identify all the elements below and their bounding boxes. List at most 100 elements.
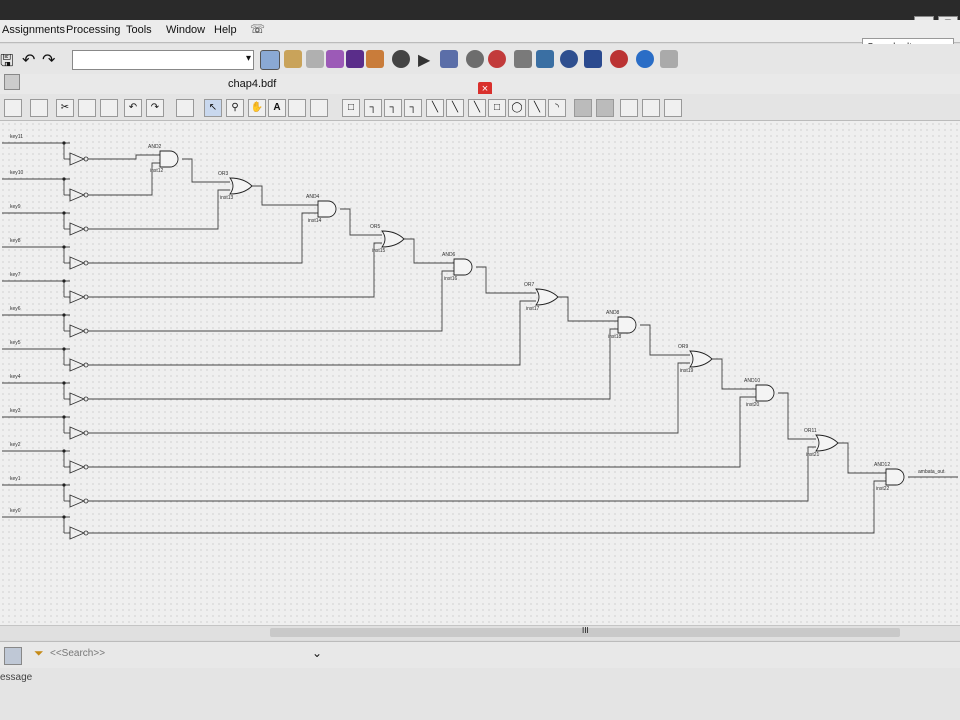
ellipse-tool-icon[interactable]: ◯ xyxy=(508,99,526,117)
project-select[interactable]: ▾ xyxy=(72,50,254,70)
or-gate[interactable] xyxy=(815,434,839,452)
hand-icon[interactable]: ✋ xyxy=(248,99,266,117)
gate-type-label: AND2 xyxy=(148,144,162,150)
pin-tool-icon[interactable] xyxy=(310,99,328,117)
not-gate[interactable] xyxy=(69,460,86,474)
help-icon[interactable] xyxy=(636,50,654,68)
save-icon[interactable]: 🖫 xyxy=(0,50,18,70)
gate-type-label: AND4 xyxy=(306,194,320,200)
user-icon[interactable] xyxy=(610,50,628,68)
partial-line-icon[interactable] xyxy=(574,99,592,117)
settings-icon[interactable] xyxy=(346,50,364,68)
detach-icon[interactable] xyxy=(176,99,194,117)
input-pin-label: key5 xyxy=(10,340,21,346)
flip-vertical-icon[interactable] xyxy=(642,99,660,117)
save-icon[interactable] xyxy=(4,99,22,117)
orthogonal-node-icon[interactable]: ┐ xyxy=(364,99,382,117)
not-gate[interactable] xyxy=(69,256,86,270)
message-toolbar: ⏷ xyxy=(0,641,960,668)
not-gate[interactable] xyxy=(69,290,86,304)
and-gate[interactable] xyxy=(885,468,905,486)
text-tool-icon[interactable]: A xyxy=(268,99,286,117)
or-gate[interactable] xyxy=(229,177,253,195)
gate-type-label: AND6 xyxy=(442,252,456,258)
assignment-icon[interactable] xyxy=(326,50,344,68)
zoom-icon[interactable]: ⚲ xyxy=(226,99,244,117)
sopc-icon[interactable] xyxy=(560,50,578,68)
copy-icon[interactable] xyxy=(78,99,96,117)
conduit-line-icon[interactable]: ╲ xyxy=(468,99,486,117)
bus-tool-icon[interactable]: ╲ xyxy=(446,99,464,117)
and-gate[interactable] xyxy=(317,200,337,218)
conduit-icon[interactable]: ┐ xyxy=(404,99,422,117)
globe-icon[interactable] xyxy=(584,50,602,68)
rotate-icon[interactable] xyxy=(664,99,682,117)
not-gate[interactable] xyxy=(69,494,86,508)
block-tool-icon[interactable]: □ xyxy=(342,99,360,117)
flip-horizontal-icon[interactable] xyxy=(620,99,638,117)
gate-instance-label: inst21 xyxy=(806,452,820,458)
pin-planner-icon[interactable] xyxy=(284,50,302,68)
timer-icon[interactable] xyxy=(466,50,484,68)
not-gate[interactable] xyxy=(69,358,86,372)
and-gate[interactable] xyxy=(453,258,473,276)
tool-icon[interactable] xyxy=(306,50,324,68)
rtl-icon[interactable] xyxy=(514,50,532,68)
programmer-icon[interactable] xyxy=(536,50,554,68)
filter-icon[interactable]: ⏷ xyxy=(34,646,44,661)
undo-icon[interactable]: ↶ xyxy=(22,50,40,69)
node-tool-icon[interactable]: ╲ xyxy=(426,99,444,117)
menu-tools[interactable]: Tools xyxy=(126,24,152,36)
or-gate[interactable] xyxy=(381,230,405,248)
symbol-tool-icon[interactable] xyxy=(288,99,306,117)
bdf-icon xyxy=(4,74,20,90)
timing-icon[interactable] xyxy=(488,50,506,68)
netlist-icon[interactable] xyxy=(366,50,384,68)
message-filter-icon[interactable] xyxy=(4,647,22,665)
or-gate[interactable] xyxy=(689,350,713,368)
menu-help[interactable]: Help xyxy=(214,24,237,36)
not-gate[interactable] xyxy=(69,152,86,166)
arc-tool-icon[interactable]: ◝ xyxy=(548,99,566,117)
gate-type-label: AND12 xyxy=(874,462,890,468)
message-search-input[interactable]: <<Search>> xyxy=(50,648,105,659)
orthogonal-bus-icon[interactable]: ┐ xyxy=(384,99,402,117)
chip-planner-icon[interactable] xyxy=(260,50,280,70)
print-icon[interactable] xyxy=(30,99,48,117)
menu-processing[interactable]: Processing xyxy=(66,24,120,36)
redo-icon[interactable]: ↷ xyxy=(146,99,164,117)
horizontal-scrollbar[interactable]: III xyxy=(0,625,960,640)
not-gate[interactable] xyxy=(69,426,86,440)
rubberband-icon[interactable] xyxy=(596,99,614,117)
or-gate[interactable] xyxy=(535,288,559,306)
menu-window[interactable]: Window xyxy=(166,24,205,36)
not-gate[interactable] xyxy=(69,526,86,540)
analysis-icon[interactable] xyxy=(440,50,458,68)
menu-assignments[interactable]: Assignments xyxy=(2,24,65,36)
and-gate[interactable] xyxy=(617,316,637,334)
input-pin-label: key7 xyxy=(10,272,21,278)
not-gate[interactable] xyxy=(69,222,86,236)
paste-icon[interactable] xyxy=(100,99,118,117)
chat-icon[interactable]: ☏ xyxy=(250,22,265,36)
not-gate[interactable] xyxy=(69,188,86,202)
input-pin-label: key6 xyxy=(10,306,21,312)
and-gate[interactable] xyxy=(159,150,179,168)
selection-tool-icon[interactable]: ↖ xyxy=(204,99,222,117)
cut-icon[interactable]: ✂ xyxy=(56,99,74,117)
play-icon[interactable]: ▶ xyxy=(418,50,436,69)
gate-instance-label: inst18 xyxy=(608,334,622,340)
document-title: chap4.bdf xyxy=(228,78,277,90)
and-gate[interactable] xyxy=(755,384,775,402)
line-tool-icon[interactable]: ╲ xyxy=(528,99,546,117)
rectangle-tool-icon[interactable]: □ xyxy=(488,99,506,117)
gate-instance-label: inst17 xyxy=(526,306,540,312)
not-gate[interactable] xyxy=(69,392,86,406)
feedback-icon[interactable] xyxy=(660,50,678,68)
stop-icon[interactable] xyxy=(392,50,410,68)
gate-instance-label: inst22 xyxy=(876,486,890,492)
not-gate[interactable] xyxy=(69,324,86,338)
undo-icon[interactable]: ↶ xyxy=(124,99,142,117)
redo-icon[interactable]: ↷ xyxy=(42,50,60,69)
chevron-down-icon[interactable]: ⌄ xyxy=(312,646,322,660)
